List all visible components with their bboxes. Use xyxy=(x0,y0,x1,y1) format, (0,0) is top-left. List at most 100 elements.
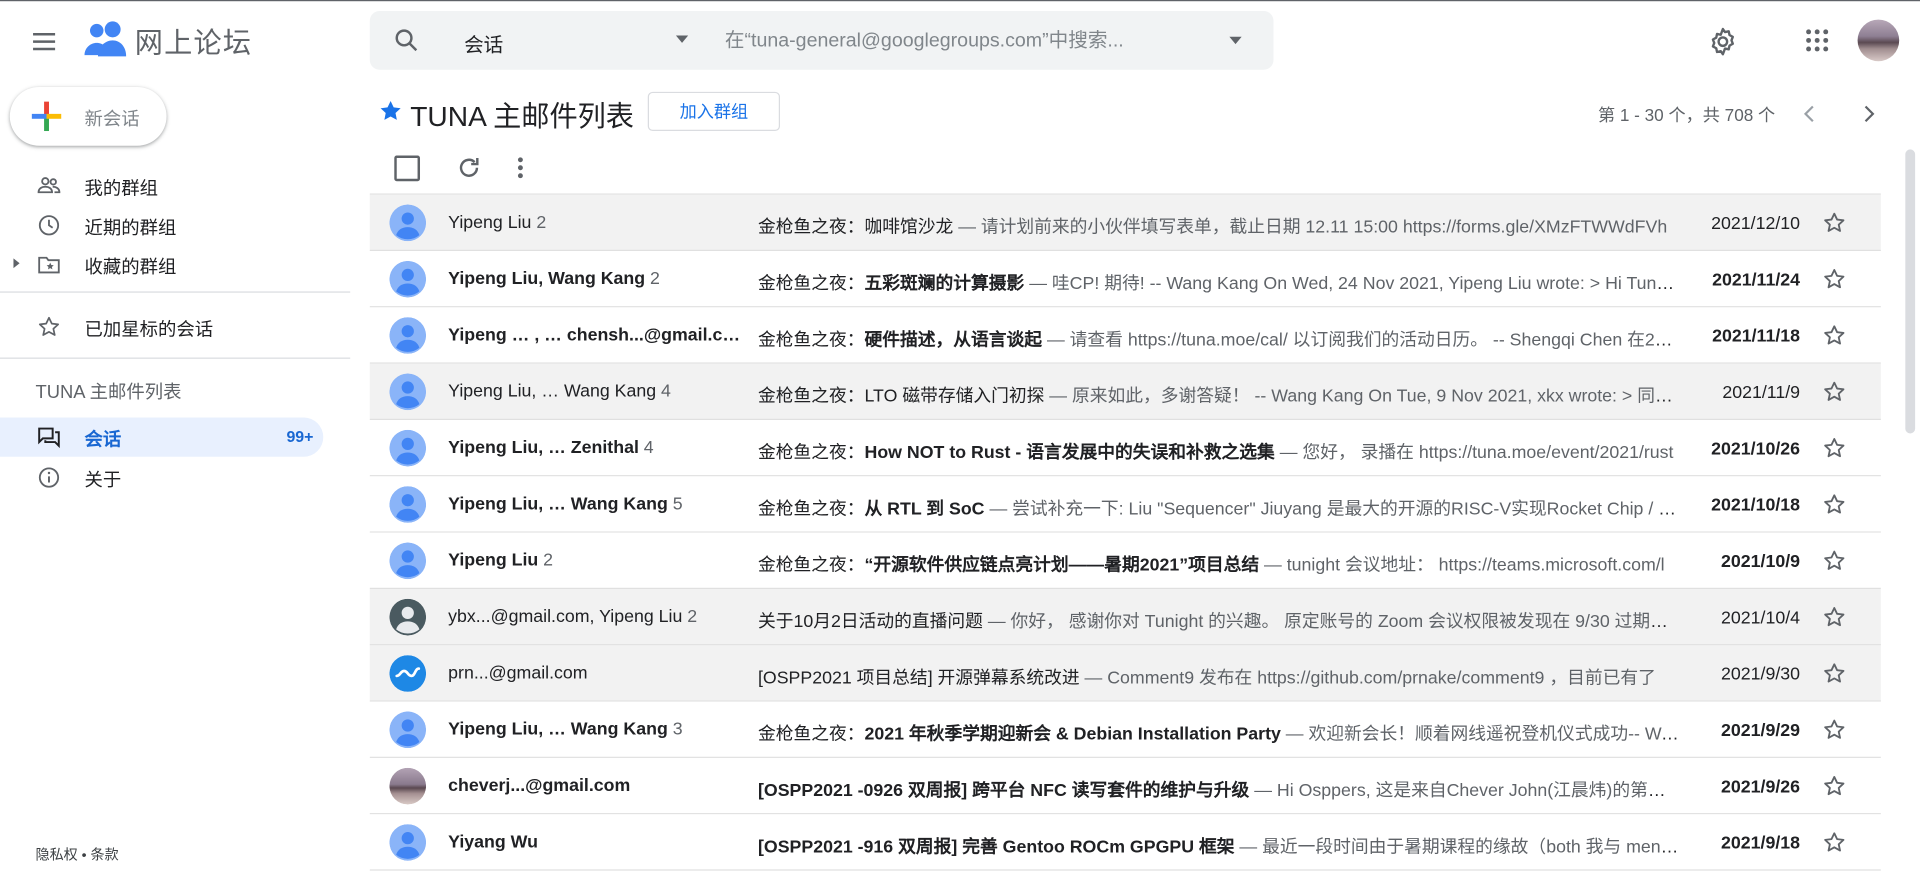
star-outline-icon[interactable] xyxy=(1822,380,1846,404)
expand-arrow-icon[interactable] xyxy=(13,258,20,269)
star-outline-icon[interactable] xyxy=(1822,830,1846,854)
conversation-subject: 五彩斑斓的计算摄影 xyxy=(864,274,1025,294)
select-all-checkbox[interactable] xyxy=(394,155,421,182)
account-avatar[interactable] xyxy=(1857,19,1900,62)
message-count: 2 xyxy=(687,607,698,627)
conversation-row[interactable]: Yipeng Liu 2 金枪鱼之夜：咖啡馆沙龙 — 请计划前来的小伙伴填写表单，截… xyxy=(369,194,1881,252)
conversation-summary: 关于10月2日活动的直播问题 — 你好， 感谢你对 Tunight 的兴趣。 原… xyxy=(758,607,1680,633)
conversation-row[interactable]: Yipeng Liu 2 金枪鱼之夜：“开源软件供应链点亮计划——暑期2021”项目… xyxy=(369,532,1881,589)
privacy-terms-link[interactable]: 隐私权 • 条款 xyxy=(36,845,119,865)
star-outline-icon[interactable] xyxy=(1822,323,1846,347)
conversation-summary: 金枪鱼之夜：2021 年秋季学期迎新会 & Debian Installatio… xyxy=(758,720,1680,746)
settings-gear-icon[interactable] xyxy=(1707,26,1739,58)
top-border xyxy=(0,0,1920,2)
author-names: ybx...@gmail.com, Yipeng Liu xyxy=(448,607,683,627)
subject-prefix: 金枪鱼之夜： xyxy=(757,217,865,238)
conversation-row[interactable]: Yipeng … , … chensh...@gmail.c…5 金枪鱼之夜：硬件… xyxy=(369,307,1881,364)
conversation-authors: Yipeng Liu 2 xyxy=(448,213,742,233)
conversation-row[interactable]: Yipeng Liu, … Wang Kang 5 金枪鱼之夜：从 RTL 到 So… xyxy=(369,476,1881,533)
conversation-subject: How NOT to Rust - 语言发展中的失误和补救之选集 xyxy=(864,443,1275,463)
star-outline-icon[interactable] xyxy=(1822,661,1846,685)
scope-dropdown-icon[interactable] xyxy=(675,35,689,43)
sidebar-item-recent-groups[interactable]: 近期的群组 xyxy=(0,206,323,245)
author-names: Yipeng Liu, … Wang Kang xyxy=(448,720,668,740)
star-outline-icon[interactable] xyxy=(1822,774,1846,798)
conversation-authors: Yipeng Liu, … Zenithal 4 xyxy=(448,438,742,458)
menu-icon[interactable] xyxy=(29,27,58,56)
sidebar-item-starred-conversations[interactable]: 已加星标的会话 xyxy=(0,307,323,346)
sidebar-item-label: 已加星标的会话 xyxy=(84,319,214,341)
conversation-subject: 关于10月2日活动的直播问题 xyxy=(757,612,983,632)
conversation-snippet: — 最近一段时间由于暑期课程的缘故（both 我与 mentor） xyxy=(1234,837,1681,858)
message-count: 4 xyxy=(661,382,671,402)
sidebar-item-conversations[interactable]: 会话 99+ xyxy=(0,417,324,457)
conversation-subject: 硬件描述，从语言谈起 xyxy=(864,330,1043,351)
conversation-summary: 金枪鱼之夜：硬件描述，从语言谈起 — 请查看 https://tuna.moe/… xyxy=(758,326,1680,352)
conversation-summary: 金枪鱼之夜：从 RTL 到 SoC — 尝试补充一下: Liu "Sequenc… xyxy=(758,495,1680,521)
conversation-row[interactable]: Yipeng Liu, … Zenithal 4 金枪鱼之夜：How NOT to … xyxy=(369,420,1881,477)
favorite-star-icon[interactable] xyxy=(378,99,402,123)
groups-logo-icon xyxy=(84,21,127,57)
conversation-authors: Yipeng Liu, … Wang Kang 5 xyxy=(448,495,742,515)
conversation-row[interactable]: ybx...@gmail.com, Yipeng Liu 2 关于10月2日活动的直… xyxy=(369,588,1881,646)
conversation-snippet: — 欢迎新会长！顺着网线遥祝登机仪式成功-- Wang xyxy=(1280,724,1681,745)
star-outline-icon[interactable] xyxy=(1822,436,1846,460)
search-input[interactable] xyxy=(724,25,1203,58)
star-outline-icon[interactable] xyxy=(1822,605,1846,629)
conversation-authors: Yipeng … , … chensh...@gmail.c…5 xyxy=(448,326,742,346)
star-outline-icon[interactable] xyxy=(1822,718,1846,742)
conversation-subject: LTO 磁带存储入门初探 xyxy=(864,386,1045,407)
new-conversation-label: 新会话 xyxy=(84,108,140,130)
subject-prefix: 金枪鱼之夜： xyxy=(757,499,865,520)
star-outline-icon[interactable] xyxy=(1822,549,1846,573)
conversation-date: 2021/11/9 xyxy=(1722,383,1801,403)
apps-grid-icon[interactable] xyxy=(1802,26,1831,55)
author-avatar xyxy=(389,767,427,805)
conversation-row[interactable]: prn...@gmail.com [OSPP2021 项目总结] 开源弹幕系统改进… xyxy=(369,645,1881,702)
conversation-snippet: — Hi Osppers, 这是来自Chever John(江晨炜)的第五次 xyxy=(1249,781,1681,801)
conversation-row[interactable]: Yipeng Liu, … Wang Kang 3 金枪鱼之夜：2021 年秋季学期… xyxy=(369,701,1881,758)
author-names: Yiyang Wu xyxy=(448,832,538,853)
sidebar-item-favorite-groups[interactable]: 收藏的群组 xyxy=(0,245,323,284)
sidebar-item-label: 关于 xyxy=(84,470,122,492)
sidebar-divider xyxy=(0,357,351,359)
conversation-date: 2021/11/18 xyxy=(1712,326,1801,347)
conversation-row[interactable]: cheverj...@gmail.com [OSPP2021 -0926 双周报]… xyxy=(369,757,1881,815)
author-avatar xyxy=(389,655,427,692)
new-conversation-button[interactable]: 新会话 xyxy=(9,86,167,146)
conversation-authors: Yipeng Liu, Wang Kang 2 xyxy=(448,269,742,289)
subject-prefix: 金枪鱼之夜： xyxy=(757,724,865,745)
chevron-left-icon[interactable] xyxy=(1798,102,1822,126)
more-vertical-icon[interactable] xyxy=(507,154,534,181)
search-options-dropdown-icon[interactable] xyxy=(1229,36,1242,45)
author-avatar xyxy=(389,204,427,242)
conversation-row[interactable]: Yipeng Liu, Wang Kang 2 金枪鱼之夜：五彩斑斓的计算摄影 — … xyxy=(369,251,1881,308)
author-avatar xyxy=(389,317,427,354)
author-names: cheverj...@gmail.com xyxy=(448,776,631,796)
conversation-row[interactable]: Yipeng Liu, … Wang Kang 4 金枪鱼之夜：LTO 磁带存储入门… xyxy=(369,363,1881,421)
conversation-date: 2021/9/26 xyxy=(1721,777,1801,798)
folder-star-icon xyxy=(38,256,60,274)
app-logo[interactable]: 网上论坛 xyxy=(83,20,252,62)
subject-prefix: 金枪鱼之夜： xyxy=(757,386,865,407)
scrollbar[interactable] xyxy=(1905,149,1916,434)
conversation-summary: 金枪鱼之夜：LTO 磁带存储入门初探 — 原来如此，多谢答疑！ -- Wang … xyxy=(758,382,1680,408)
join-group-button[interactable]: 加入群组 xyxy=(647,91,781,132)
sidebar-item-about[interactable]: 关于 xyxy=(0,458,323,497)
search-icon[interactable] xyxy=(392,26,421,55)
conversation-row[interactable]: Yiyang Wu [OSPP2021 -916 双周报] 完善 Gentoo R… xyxy=(369,814,1881,871)
star-outline-icon[interactable] xyxy=(1822,267,1846,291)
conversation-count-badge: 99+ xyxy=(286,427,314,446)
search-bar[interactable]: 会话 xyxy=(369,11,1274,70)
author-avatar xyxy=(389,260,427,298)
conversation-snippet: — 请查看 https://tuna.moe/cal/ 以订阅我们的活动日历。 … xyxy=(1042,330,1681,351)
star-outline-icon[interactable] xyxy=(1822,211,1846,235)
sidebar-item-my-groups[interactable]: 我的群组 xyxy=(0,167,323,206)
message-count: 2 xyxy=(543,551,554,571)
subject-prefix: 金枪鱼之夜： xyxy=(757,330,865,351)
author-avatar xyxy=(389,429,427,467)
chevron-right-icon[interactable] xyxy=(1856,102,1880,126)
refresh-icon[interactable] xyxy=(456,154,483,181)
star-outline-icon[interactable] xyxy=(1822,492,1846,516)
search-scope-select[interactable]: 会话 xyxy=(464,28,503,57)
